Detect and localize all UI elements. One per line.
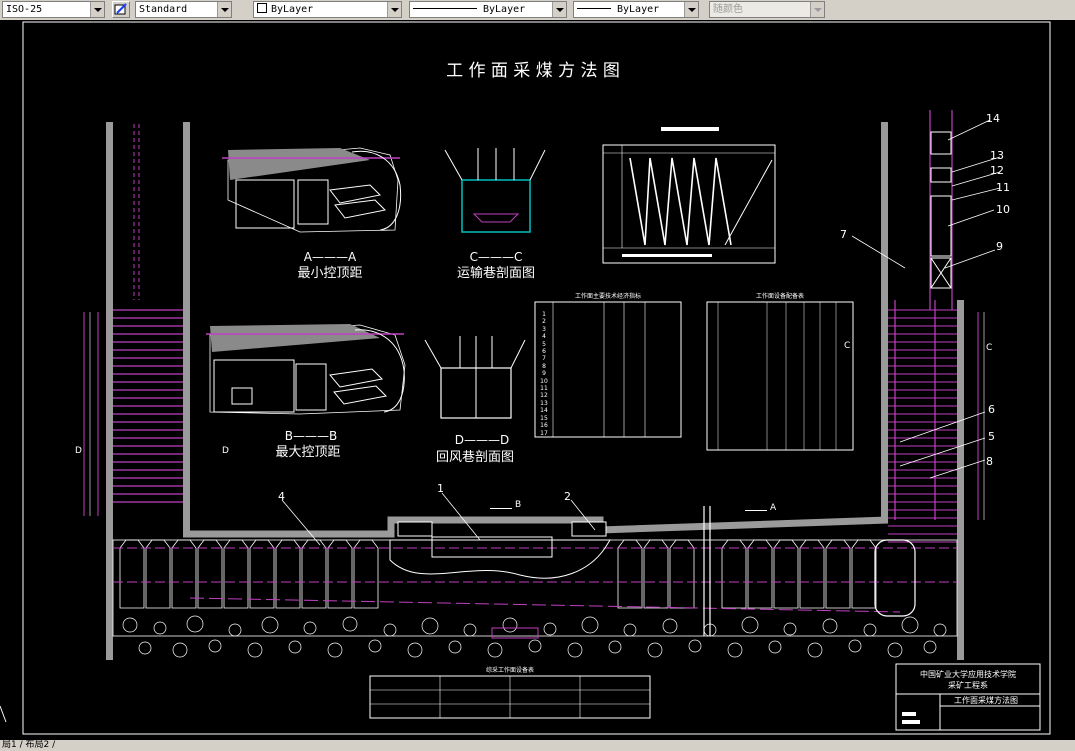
plotstyle-value: 随颜色 xyxy=(713,4,743,15)
linetype-dropdown[interactable]: ByLayer xyxy=(409,1,567,18)
equip-table-title: 工作面设备配备表 xyxy=(756,292,804,300)
layout-tabs[interactable]: 局1 / 布局2 / xyxy=(0,740,1075,751)
chevron-down-icon xyxy=(217,2,231,17)
title-block-school: 中国矿业大学应用技术学院 xyxy=(920,669,1016,679)
color-value: ByLayer xyxy=(271,4,314,15)
chevron-down-icon xyxy=(552,2,566,17)
chevron-down-icon xyxy=(90,2,104,17)
view-d-section-mark: D———D xyxy=(455,433,509,447)
dimstyle-dropdown[interactable]: ISO-25 xyxy=(2,1,105,18)
view-d-label: 回风巷剖面图 xyxy=(436,450,514,465)
linetype-value: ByLayer xyxy=(483,4,526,15)
title-block-dept: 采矿工程系 xyxy=(948,680,988,690)
dimstyle-value: ISO-25 xyxy=(6,4,43,15)
view-c-label: 运输巷剖面图 xyxy=(457,265,535,281)
plotstyle-dropdown[interactable]: 随颜色 xyxy=(709,1,825,18)
view-a-label: 最小控顶距 xyxy=(297,266,362,281)
textstyle-value: Standard xyxy=(139,4,188,15)
layout-tabs-label[interactable]: 局1 / 布局2 / xyxy=(2,740,55,750)
view-b-label: 最大控顶距 xyxy=(275,445,340,460)
lineweight-sample-icon xyxy=(577,8,611,9)
linetype-sample-icon xyxy=(413,8,477,9)
view-c-section-mark: C———C xyxy=(470,250,523,264)
chevron-down-icon xyxy=(810,2,824,17)
pencil-icon xyxy=(114,3,127,15)
drawing-title: 工 作 面 采 煤 方 法 图 xyxy=(446,61,620,81)
title-block-drawing-name: 工作面采煤方法图 xyxy=(954,695,1018,705)
properties-toolbar: ISO-25 Standard ByLayer ByLayer ByLayer … xyxy=(0,0,1075,21)
lineweight-value: ByLayer xyxy=(617,4,660,15)
lineweight-dropdown[interactable]: ByLayer xyxy=(573,1,699,18)
view-a-section-mark: A———A xyxy=(304,250,357,264)
drawing-canvas[interactable]: 工 作 面 采 煤 方 法 图 A———A 最小控顶距 B———B 最大控顶距 … xyxy=(0,20,1075,740)
chevron-down-icon xyxy=(387,2,401,17)
params-table-title: 工作面主要技术经济指标 xyxy=(575,292,641,300)
chevron-down-icon xyxy=(684,2,698,17)
textstyle-dropdown[interactable]: Standard xyxy=(135,1,232,18)
text-style-button[interactable] xyxy=(112,1,130,18)
view-b-section-mark: B———B xyxy=(285,429,337,443)
color-swatch-icon xyxy=(257,3,267,13)
color-dropdown[interactable]: ByLayer xyxy=(253,1,402,18)
bottom-table-title: 综采工作面设备表 xyxy=(486,666,534,674)
